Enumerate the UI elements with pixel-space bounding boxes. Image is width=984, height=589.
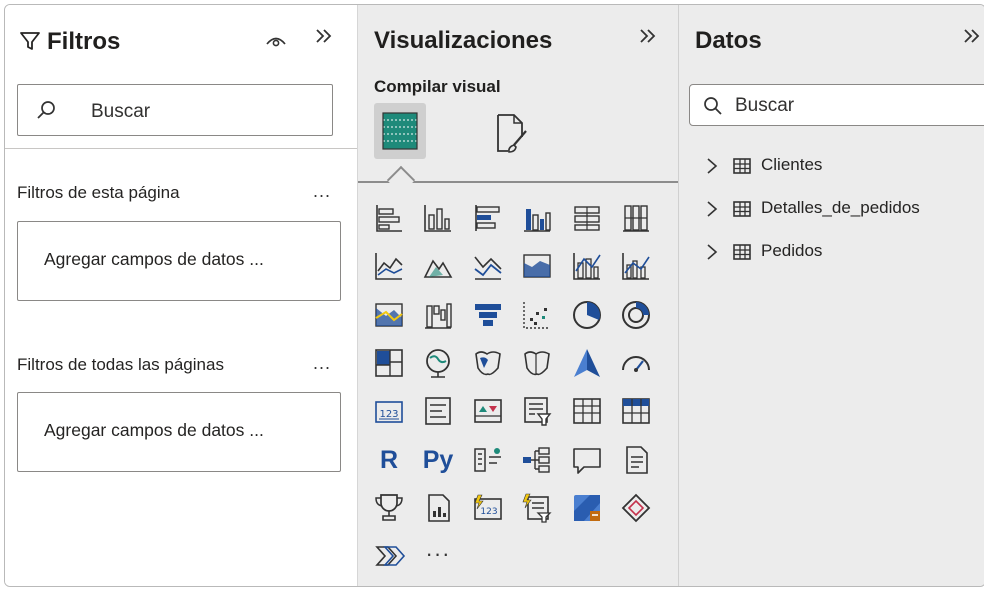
more-visuals-icon[interactable]: ···	[421, 539, 455, 573]
filter-funnel-icon	[19, 30, 41, 57]
kpi-icon[interactable]	[471, 394, 505, 428]
power-apps-icon[interactable]	[570, 491, 604, 525]
eye-icon[interactable]	[265, 33, 287, 54]
slicer-icon[interactable]	[520, 394, 554, 428]
table-item-clientes[interactable]: Clientes	[705, 154, 965, 178]
filters-pane: Filtros Buscar Filtros de esta página ..…	[5, 5, 358, 586]
table-icon	[733, 244, 751, 265]
filters-this-page-drop-zone[interactable]: Agregar campos de datos ...	[17, 221, 341, 301]
line-and-clustered-column-chart-icon[interactable]	[619, 249, 653, 283]
filled-map-icon[interactable]	[471, 346, 505, 380]
search-icon	[36, 100, 56, 125]
power-apps-card-icon[interactable]: 123	[471, 491, 505, 525]
qa-icon[interactable]	[570, 443, 604, 477]
treemap-icon[interactable]	[372, 346, 406, 380]
python-visual-icon[interactable]: Py	[421, 443, 455, 477]
filters-this-page-more-button[interactable]: ...	[313, 181, 331, 202]
r-script-visual-icon[interactable]: R	[372, 443, 406, 477]
data-search-input[interactable]: Buscar	[689, 84, 984, 126]
build-visual-label: Compilar visual	[374, 77, 501, 96]
build-visual-icon	[382, 112, 418, 150]
stacked-bar-chart-icon[interactable]	[372, 201, 406, 235]
table-icon	[733, 158, 751, 179]
chevron-right-icon[interactable]	[705, 157, 719, 180]
shape-map-icon[interactable]	[520, 346, 554, 380]
decomposition-tree-icon[interactable]	[520, 443, 554, 477]
chevron-right-icon[interactable]	[705, 243, 719, 266]
format-brush-icon	[497, 114, 527, 153]
search-icon	[703, 96, 723, 121]
metrics-icon[interactable]	[372, 491, 406, 525]
power-bi-visual-icon[interactable]	[372, 539, 406, 573]
svg-text:123: 123	[480, 507, 497, 517]
clustered-column-chart-icon[interactable]	[520, 201, 554, 235]
scatter-chart-icon[interactable]	[520, 298, 554, 332]
data-title: Datos	[695, 27, 762, 54]
filters-all-pages-drop-zone[interactable]: Agregar campos de datos ...	[17, 392, 341, 472]
power-automate-icon[interactable]	[619, 491, 653, 525]
ribbon-chart-icon[interactable]	[372, 298, 406, 332]
table-item-detalles-de-pedidos[interactable]: Detalles_de_pedidos	[705, 197, 975, 221]
clustered-bar-chart-icon[interactable]	[471, 201, 505, 235]
svg-text:123: 123	[379, 409, 398, 420]
pie-chart-icon[interactable]	[570, 298, 604, 332]
search-placeholder: Buscar	[735, 95, 795, 116]
table-icon	[733, 201, 751, 222]
search-placeholder: Buscar	[91, 101, 151, 122]
stacked-column-chart-icon[interactable]	[421, 201, 455, 235]
table-icon[interactable]	[570, 394, 604, 428]
card-icon[interactable]: 123	[372, 394, 406, 428]
filters-all-pages-more-button[interactable]: ...	[313, 353, 331, 374]
100-stacked-column-chart-icon[interactable]	[619, 201, 653, 235]
filters-divider	[5, 148, 357, 149]
power-apps-slicer-icon[interactable]	[520, 491, 554, 525]
filters-all-pages-label: Filtros de todas las páginas	[17, 355, 224, 374]
filters-search-input[interactable]: Buscar	[17, 84, 333, 136]
active-tab-indicator	[386, 165, 416, 195]
build-visual-button[interactable]	[374, 103, 426, 159]
100-stacked-area-chart-icon[interactable]	[520, 249, 554, 283]
collapse-visualizations-chevron-icon[interactable]	[637, 25, 659, 53]
waterfall-chart-icon[interactable]	[421, 298, 455, 332]
table-label: Detalles_de_pedidos	[761, 198, 920, 217]
data-pane: Datos Buscar Clientes Detalles_de_pedido…	[679, 5, 984, 586]
map-icon[interactable]	[421, 346, 455, 380]
collapse-filters-chevron-icon[interactable]	[313, 25, 335, 53]
chevron-right-icon[interactable]	[705, 200, 719, 223]
line-and-stacked-column-chart-icon[interactable]	[570, 249, 604, 283]
drop-zone-label: Agregar campos de datos ...	[44, 249, 264, 269]
funnel-chart-icon[interactable]	[471, 298, 505, 332]
paginated-report-icon[interactable]	[421, 491, 455, 525]
azure-map-icon[interactable]	[570, 346, 604, 380]
table-label: Pedidos	[761, 241, 823, 260]
visualizations-pane: Visualizaciones Compilar visual 123 R Py…	[358, 5, 679, 586]
multi-row-card-icon[interactable]	[421, 394, 455, 428]
key-influencers-icon[interactable]	[471, 443, 505, 477]
matrix-icon[interactable]	[619, 394, 653, 428]
format-visual-button[interactable]	[492, 111, 532, 160]
donut-chart-icon[interactable]	[619, 298, 653, 332]
filters-this-page-label: Filtros de esta página	[17, 183, 180, 202]
visualizations-title: Visualizaciones	[374, 27, 553, 54]
filters-title: Filtros	[47, 28, 121, 55]
100-stacked-bar-chart-icon[interactable]	[570, 201, 604, 235]
gauge-icon[interactable]	[619, 346, 653, 380]
power-bi-side-panes: Filtros Buscar Filtros de esta página ..…	[4, 4, 984, 587]
area-chart-icon[interactable]	[421, 249, 455, 283]
smart-narrative-icon[interactable]	[619, 443, 653, 477]
table-label: Clientes	[761, 155, 823, 174]
collapse-data-chevron-icon[interactable]	[961, 25, 983, 53]
table-item-pedidos[interactable]: Pedidos	[705, 240, 965, 264]
line-chart-icon[interactable]	[372, 249, 406, 283]
drop-zone-label: Agregar campos de datos ...	[44, 420, 264, 440]
stacked-area-chart-icon[interactable]	[471, 249, 505, 283]
